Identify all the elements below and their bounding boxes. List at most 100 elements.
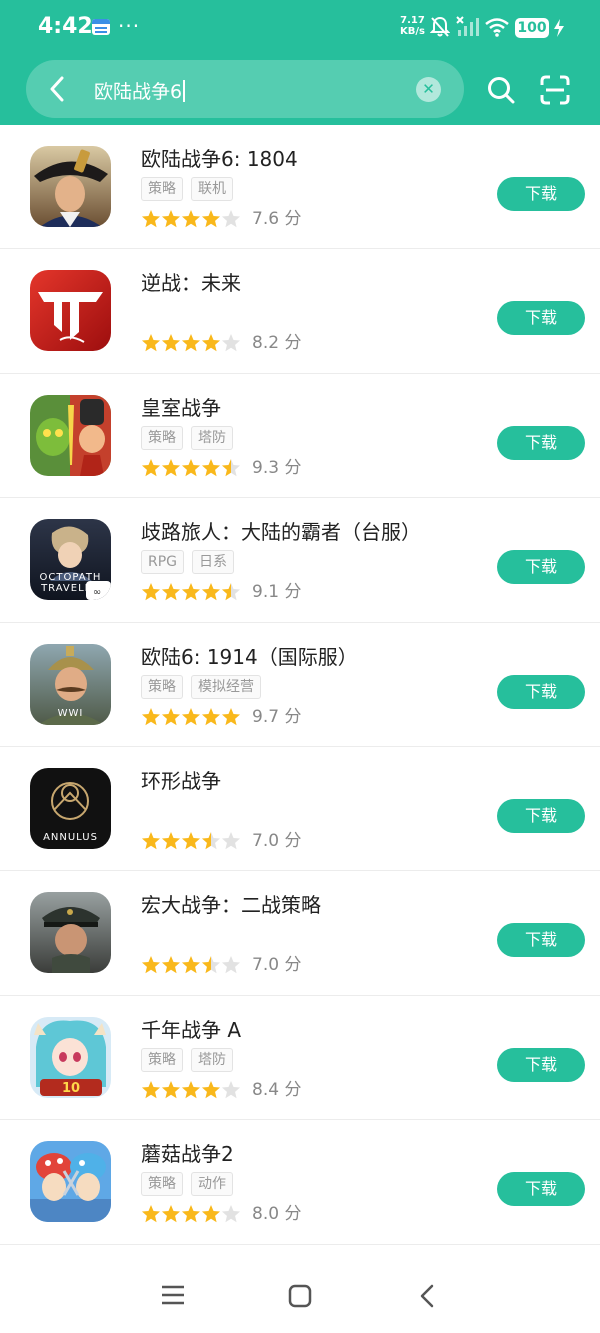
app-name[interactable]: 宏大战争：二战策略 [141, 889, 321, 918]
app-name[interactable]: 蘑菇战争2 [141, 1138, 234, 1167]
star-filled-icon [201, 210, 221, 228]
star-empty-icon [221, 956, 241, 974]
app-list-item[interactable]: 10 千年战争 A 策略 塔防 8.4 分 下载 [0, 996, 600, 1121]
back-arrow-icon[interactable] [48, 76, 66, 102]
star-empty-icon [221, 831, 241, 850]
download-button[interactable]: 下载 [497, 301, 585, 336]
app-list-item[interactable]: 欧陆战争6: 1804 策略 联机 7.6 分 下载 [0, 125, 600, 250]
star-filled-icon [161, 210, 181, 228]
app-name[interactable]: 千年战争 A [141, 1014, 241, 1043]
anime-girl-icon[interactable]: 10 [30, 1016, 111, 1098]
rating-stars [141, 956, 241, 974]
star-filled-icon [161, 458, 181, 476]
app-tag: 塔防 [191, 425, 233, 450]
app-list-item[interactable]: 宏大战争：二战策略 7.0 分 下载 [0, 871, 600, 996]
app-tag: 动作 [191, 1172, 233, 1197]
star-filled-icon [141, 956, 161, 974]
download-button[interactable]: 下载 [497, 798, 585, 833]
app-list-item[interactable]: WWI 欧陆6: 1914（国际服） 策略 模拟经营 9.7 分 下载 [0, 623, 600, 747]
app-tags: RPG 日系 [141, 550, 242, 575]
star-filled-icon [161, 583, 181, 601]
app-list-item[interactable]: ANNULUS 环形战争 7.0 分 下载 [0, 747, 600, 872]
search-results-list: 欧陆战争6: 1804 策略 联机 7.6 分下载 逆战：未来 8.2 分下载 皇室战争 策略… [0, 125, 600, 1245]
rating-stars [141, 210, 241, 228]
svg-text:10: 10 [62, 1081, 80, 1096]
top-bar: 4:42 ··· 7.17 KB/s 100 欧陆战争6 ✕ [0, 0, 600, 125]
system-nav-bar [0, 1250, 600, 1333]
download-button[interactable]: 下载 [497, 1047, 585, 1082]
download-button[interactable]: 下载 [497, 550, 585, 585]
ww1-soldier-icon[interactable]: WWI [30, 643, 111, 725]
app-name[interactable]: 逆战：未来 [141, 267, 241, 296]
back-icon[interactable] [419, 1284, 435, 1308]
star-filled-icon [201, 707, 221, 725]
battery-level: 100 [515, 18, 549, 38]
search-input[interactable]: 欧陆战争6 [94, 77, 186, 104]
app-name[interactable]: 环形战争 [141, 765, 221, 794]
status-bar: 4:42 ··· 7.17 KB/s 100 [0, 0, 600, 56]
home-icon[interactable] [288, 1284, 312, 1308]
app-name[interactable]: 皇室战争 [141, 392, 221, 421]
napoleon-icon[interactable] [30, 146, 111, 227]
star-empty-icon [221, 1205, 241, 1223]
star-half-icon [201, 831, 221, 850]
download-button[interactable]: 下载 [497, 177, 585, 211]
scan-icon[interactable] [540, 75, 570, 105]
cell-signal-icon [456, 16, 479, 36]
app-tag: 策略 [141, 1172, 183, 1197]
star-filled-icon [201, 583, 221, 601]
app-list-item[interactable]: 皇室战争 策略 塔防 9.3 分 下载 [0, 374, 600, 499]
app-tags: 策略 动作 [141, 1172, 241, 1197]
app-list-item[interactable]: 蘑菇战争2 策略 动作 8.0 分 下载 [0, 1120, 600, 1245]
star-filled-icon [181, 707, 201, 725]
star-empty-icon [221, 1080, 241, 1098]
app-list-item[interactable]: 逆战：未来 8.2 分 下载 [0, 249, 600, 374]
star-filled-icon [141, 831, 161, 850]
star-filled-icon [181, 1205, 201, 1223]
octopath-icon[interactable]: ∞ OCTOPATH TRAVELER [30, 519, 111, 601]
star-filled-icon [181, 210, 201, 228]
star-filled-icon [161, 1080, 181, 1098]
rating-score: 8.2 分 [252, 333, 302, 354]
star-filled-icon [181, 334, 201, 352]
status-time: 4:42 [38, 14, 93, 39]
annulus-icon[interactable]: ANNULUS [30, 767, 111, 849]
download-button[interactable]: 下载 [497, 1172, 585, 1207]
download-button[interactable]: 下载 [497, 674, 585, 709]
app-icon-wordmark: ANNULUS [43, 831, 98, 843]
search-query-text: 欧陆战争6 [94, 81, 183, 103]
star-filled-icon [201, 1080, 221, 1098]
app-icon-wordmark: WWI [57, 707, 84, 719]
rating-stars [141, 1080, 241, 1098]
star-filled-icon [201, 334, 221, 352]
app-tag: 策略 [141, 1047, 183, 1072]
download-button[interactable]: 下载 [497, 425, 585, 460]
app-tag: 日系 [192, 550, 235, 575]
star-filled-icon [181, 458, 201, 476]
star-empty-icon [221, 334, 241, 352]
app-name[interactable]: 歧路旅人：大陆的霸者（台服） [141, 516, 421, 545]
network-speed: 7.17 KB/s [400, 15, 425, 37]
rating-score: 9.3 分 [252, 457, 302, 478]
star-filled-icon [141, 334, 161, 352]
star-filled-icon [141, 707, 161, 725]
clear-icon[interactable]: ✕ [416, 77, 441, 102]
app-list-item[interactable]: ∞ OCTOPATH TRAVELER 歧路旅人：大陆的霸者（台服） RPG 日系 9.1… [0, 498, 600, 623]
search-icon[interactable] [487, 76, 515, 104]
app-tag: 塔防 [191, 1047, 233, 1072]
rating-score: 7.0 分 [252, 830, 302, 851]
ww2-officer-icon[interactable] [30, 892, 111, 974]
app-name[interactable]: 欧陆战争6: 1804 [141, 143, 298, 172]
app-name[interactable]: 欧陆6: 1914（国际服） [141, 641, 358, 670]
rating-score: 8.4 分 [252, 1079, 302, 1100]
rating-score: 7.6 分 [252, 209, 302, 229]
download-button[interactable]: 下载 [497, 923, 585, 958]
star-empty-icon [221, 210, 241, 228]
star-filled-icon [161, 956, 181, 974]
search-bar[interactable]: 欧陆战争6 ✕ [26, 60, 464, 118]
nizhan-logo-icon[interactable] [30, 270, 111, 352]
app-tag: 策略 [141, 674, 183, 699]
clash-royale-icon[interactable] [30, 394, 111, 476]
mushroom-war-icon[interactable] [30, 1141, 111, 1223]
menu-icon[interactable] [161, 1284, 185, 1306]
